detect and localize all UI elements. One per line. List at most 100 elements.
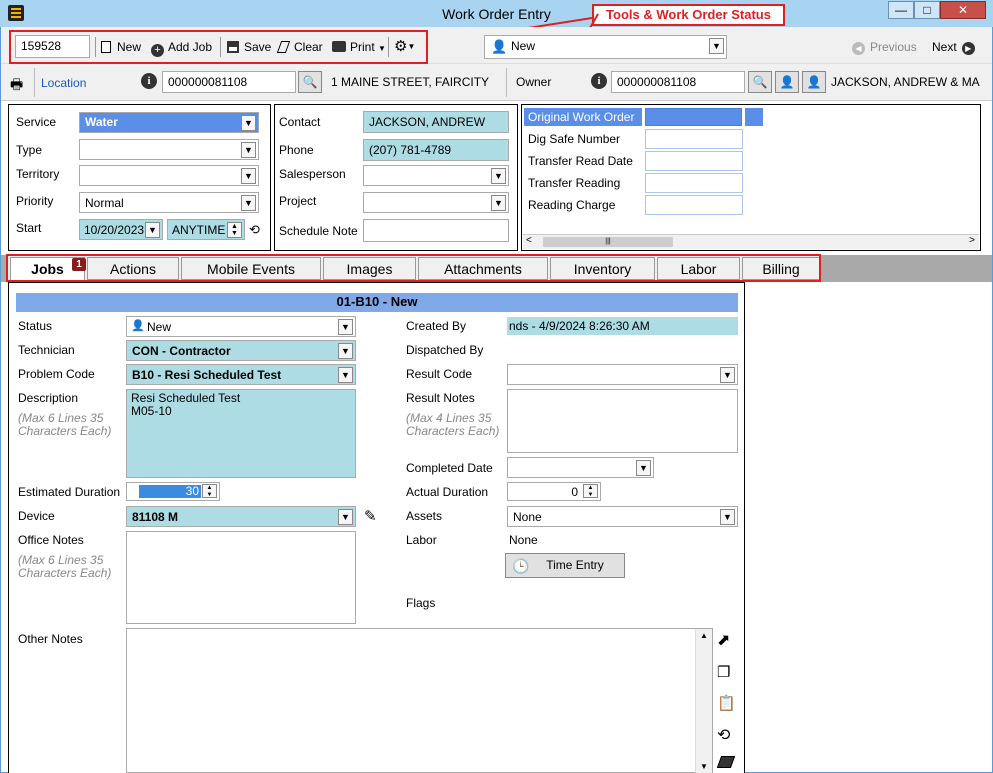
technician-label: Technician	[18, 343, 75, 357]
location-search-button[interactable]: 🔍	[298, 71, 322, 93]
other-notes-field[interactable]	[126, 628, 713, 773]
original-wo-extra-cell	[745, 108, 763, 126]
chevron-down-icon: ▼	[241, 168, 256, 184]
reading-charge-field[interactable]	[645, 195, 743, 215]
priority-select[interactable]: Normal ▼	[79, 192, 259, 213]
owner-card-button[interactable]: 👤	[802, 71, 826, 93]
estimated-duration-label: Estimated Duration	[18, 485, 121, 499]
scroll-up-icon[interactable]: ▲	[700, 631, 708, 640]
print-button[interactable]: Print ▼	[332, 39, 386, 55]
new-button[interactable]: New	[101, 39, 141, 55]
time-entry-button[interactable]: 🕒 Time Entry	[505, 553, 625, 578]
completed-date-field[interactable]: ▼	[507, 457, 654, 478]
job-status-value: New	[147, 320, 172, 334]
project-select[interactable]: ▼	[363, 192, 509, 213]
printer-icon	[332, 41, 346, 52]
dig-safe-field[interactable]	[645, 129, 743, 149]
gear-icon: ⚙	[394, 38, 408, 55]
clear-button[interactable]: Clear	[276, 39, 323, 55]
description-line-2: M05-10	[131, 404, 172, 418]
owner-info-icon[interactable]: i	[591, 73, 607, 89]
device-label: Device	[18, 509, 55, 523]
job-status-label: Status	[18, 319, 53, 333]
salesperson-select[interactable]: ▼	[363, 165, 509, 186]
original-wo-label: Original Work Order #	[524, 108, 642, 138]
result-code-select[interactable]: ▼	[507, 364, 738, 385]
location-link[interactable]: Location	[41, 76, 86, 90]
dispatched-by-label: Dispatched By	[406, 343, 484, 357]
service-label: Service	[16, 115, 57, 129]
work-order-number-field[interactable]: 159528	[15, 35, 90, 58]
technician-select[interactable]: CON - Contractor ▼	[126, 340, 356, 361]
territory-select[interactable]: ▼	[79, 165, 259, 186]
owner-search-button[interactable]: 🔍	[748, 71, 772, 93]
description-field[interactable]: Resi Scheduled Test M05-10	[126, 389, 356, 478]
scroll-left-icon[interactable]: <	[526, 235, 532, 246]
save-button[interactable]: Save	[227, 39, 271, 55]
assets-select[interactable]: None ▼	[507, 506, 738, 527]
settings-menu-button[interactable]: ⚙▼	[394, 39, 415, 55]
previous-label: Previous	[870, 40, 917, 54]
scroll-right-icon[interactable]: >	[969, 235, 975, 246]
chevron-down-icon: ▼	[491, 195, 506, 211]
add-job-button[interactable]: + Add Job	[151, 39, 212, 57]
user-search-icon: 👤	[779, 75, 795, 89]
scroll-thumb[interactable]: |||	[543, 237, 673, 247]
work-order-status-select[interactable]: 👤 New ▼	[484, 35, 727, 59]
copy-icon[interactable]: ❐	[717, 663, 735, 681]
estimated-duration-field[interactable]: 30 ▲ ▼	[126, 482, 220, 501]
undo-icon[interactable]: ⟲	[717, 725, 735, 744]
history-icon[interactable]: ⟲	[249, 222, 260, 238]
chevron-down-icon: ▼	[407, 42, 416, 51]
job-header: 01-B10 - New	[16, 293, 738, 312]
horizontal-scrollbar[interactable]: < ||| >	[523, 234, 979, 249]
labor-value: None	[509, 533, 538, 547]
result-notes-field[interactable]	[507, 389, 738, 453]
close-button[interactable]: ✕	[940, 1, 986, 19]
problem-code-select[interactable]: B10 - Resi Scheduled Test ▼	[126, 364, 356, 385]
phone-field[interactable]: (207) 781-4789	[363, 139, 509, 161]
service-select[interactable]: Water ▼	[79, 112, 259, 133]
schedule-note-field[interactable]	[363, 219, 509, 242]
location-id-field[interactable]: 000000081108	[162, 71, 296, 93]
print-location-icon[interactable]: 🖶	[10, 74, 23, 98]
paste-icon[interactable]: 📋	[717, 694, 736, 712]
contact-field[interactable]: JACKSON, ANDREW	[363, 111, 509, 133]
original-wo-field[interactable]	[645, 108, 742, 126]
expand-icon[interactable]: ⬈	[717, 632, 735, 650]
scroll-down-icon[interactable]: ▼	[700, 762, 708, 771]
user-card-icon: 👤	[806, 75, 822, 89]
priority-label: Priority	[16, 194, 54, 208]
salesperson-label: Salesperson	[279, 167, 346, 181]
transfer-reading-field[interactable]	[645, 173, 743, 193]
transfer-read-date-field[interactable]	[645, 151, 743, 171]
chevron-down-icon: ▼	[720, 509, 735, 525]
chevron-down-icon: ▼	[338, 319, 353, 335]
project-label: Project	[279, 194, 317, 208]
job-status-select[interactable]: 👤 New ▼	[126, 316, 356, 337]
chevron-down-icon: ▼	[241, 142, 256, 158]
device-select[interactable]: 81108 M ▼	[126, 506, 356, 527]
owner-id-field[interactable]: 000000081108	[611, 71, 745, 93]
schedule-note-label: Schedule Note	[279, 224, 358, 238]
start-date-field[interactable]: 10/20/2023 ▼	[79, 219, 163, 240]
start-time-field[interactable]: ANYTIME ▲ ▼	[167, 219, 245, 240]
save-icon	[227, 41, 239, 53]
owner-lookup-button[interactable]: 👤	[775, 71, 799, 93]
pencil-icon[interactable]: ✎	[364, 507, 377, 525]
notes-scrollbar[interactable]: ▲ ▼	[695, 629, 712, 773]
actual-duration-field[interactable]: 0 ▲ ▼	[507, 482, 601, 501]
type-select[interactable]: ▼	[79, 139, 259, 160]
location-info-icon[interactable]: i	[141, 73, 157, 89]
minimize-button[interactable]: —	[888, 1, 914, 19]
maximize-button[interactable]: □	[914, 1, 940, 19]
next-button[interactable]: Next ▶	[932, 39, 975, 55]
start-date-value: 10/20/2023	[84, 223, 145, 237]
transfer-read-date-label: Transfer Read Date	[528, 154, 633, 168]
previous-button[interactable]: ◀ Previous	[852, 39, 917, 55]
chevron-down-icon: ▼	[241, 195, 256, 211]
office-notes-field[interactable]	[126, 531, 356, 624]
chevron-down-icon: ▼	[338, 367, 353, 383]
flags-label: Flags	[406, 596, 436, 610]
spinner-icon: ▲ ▼	[227, 222, 242, 238]
